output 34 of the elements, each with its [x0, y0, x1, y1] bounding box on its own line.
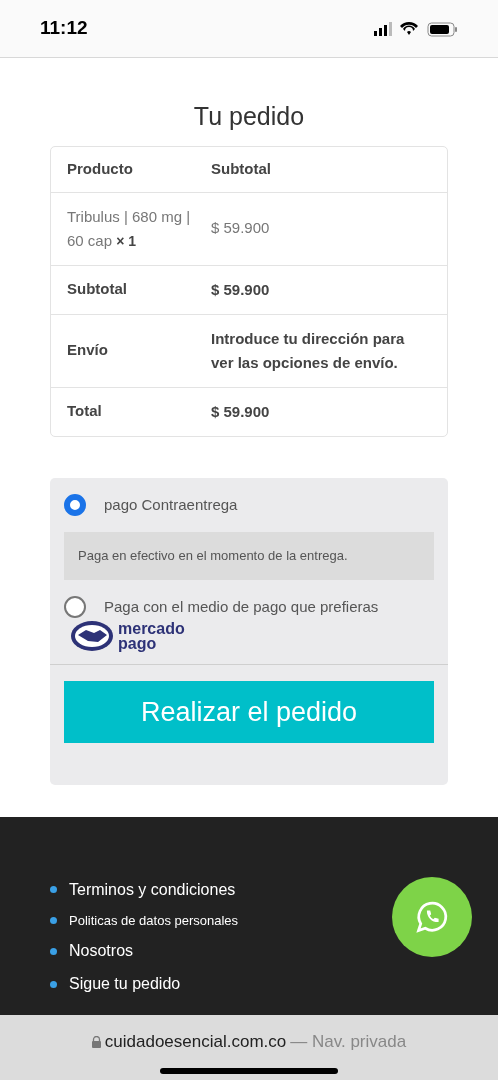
bullet-icon	[50, 980, 57, 988]
table-cell-text: $ 59.900	[211, 279, 271, 300]
payment-description: Paga en efectivo en el momento de la entrega.	[64, 532, 434, 580]
table-cell-text: $ 59.900	[211, 401, 271, 422]
wifi-icon	[400, 21, 418, 35]
lock-icon	[91, 1035, 101, 1048]
logo-text: pago	[118, 636, 158, 651]
column-header: Subtotal	[211, 158, 271, 179]
payment-method-label[interactable]: pago Contraentrega	[104, 493, 238, 516]
radio-button[interactable]	[64, 595, 86, 618]
product-name: Tribulus | 680 mg | 60 cap × 1	[67, 206, 192, 251]
address-domain[interactable]: cuidadoesencial.com.co	[104, 1029, 287, 1055]
table-cell-text: $ 59.900	[211, 218, 270, 239]
radio-button[interactable]	[64, 493, 86, 516]
logo-text: mercado	[118, 621, 185, 636]
table-cell-text: Introduce tu dirección para ver las opciones de envío.	[211, 328, 406, 373]
table-cell-text: Total	[67, 401, 103, 422]
battery-icon	[427, 22, 457, 36]
chat-phone-icon	[414, 899, 450, 935]
bullet-icon	[50, 917, 57, 924]
signal-icon	[374, 21, 392, 36]
payment-method-label[interactable]: Paga con el medio de pago que prefieras	[104, 595, 379, 618]
status-time: 11:12	[40, 16, 88, 41]
private-mode-label: — Nav. privada	[290, 1031, 407, 1053]
column-header: Producto	[67, 158, 134, 179]
page-heading: Tu pedido	[193, 101, 305, 132]
footer-link[interactable]: Nosotros	[69, 939, 134, 964]
table-cell-text: Subtotal	[67, 279, 128, 300]
bullet-icon	[50, 886, 57, 894]
bullet-icon	[50, 947, 57, 955]
footer-link[interactable]: Terminos y condiciones	[69, 877, 236, 902]
table-cell-text: Envío	[67, 340, 109, 361]
footer-link[interactable]: Sigue tu pedido	[69, 972, 181, 997]
footer-link[interactable]: Politicas de datos personales	[69, 910, 239, 931]
